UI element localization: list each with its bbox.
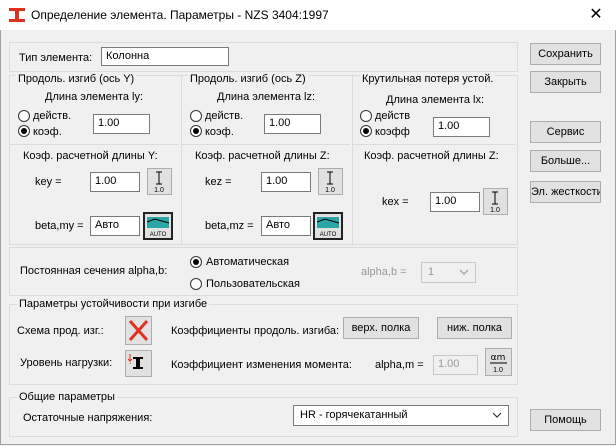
kex-input[interactable]: 1.00 bbox=[430, 192, 480, 212]
chevron-down-icon bbox=[459, 269, 469, 275]
torsional-length-label: Длина элемента lx: bbox=[386, 94, 485, 106]
svg-text:αm: αm bbox=[491, 353, 506, 363]
torsional-title: Крутильная потеря устой. bbox=[360, 73, 496, 85]
alpha-b-select[interactable]: 1 bbox=[421, 262, 476, 283]
save-button[interactable]: Сохранить bbox=[530, 43, 601, 65]
svg-text:1.0: 1.0 bbox=[493, 367, 503, 374]
general-title: Общие параметры bbox=[17, 391, 117, 403]
k-factor-icon: 1.0 bbox=[154, 171, 164, 194]
buckling-y-length-input[interactable]: 1.00 bbox=[93, 114, 150, 134]
buckling-coef-label: Коэффициенты продоль. изгиба: bbox=[171, 325, 340, 337]
alpha-b-select-value: 1 bbox=[428, 266, 435, 278]
residual-stress-label: Остаточные напряжения: bbox=[23, 412, 153, 424]
alpha-m-icon: αm 1.0 bbox=[490, 353, 507, 374]
buckling-y-title: Продоль. изгиб (ось Y) bbox=[16, 73, 137, 85]
svg-text:1: 1 bbox=[129, 360, 132, 365]
k-factor-icon: 1.0 bbox=[325, 171, 335, 194]
beta-mz-label: beta,mz = bbox=[205, 220, 254, 232]
svg-text:AUTO: AUTO bbox=[150, 232, 167, 238]
alpha-b-user-radio[interactable] bbox=[190, 278, 202, 290]
beta-my-auto-button[interactable]: AUTO bbox=[143, 212, 173, 240]
alpha-b-user-label: Пользовательская bbox=[206, 278, 301, 290]
buckling-z-actual-radio[interactable] bbox=[190, 110, 202, 122]
buckling-z-length-label: Длина элемента lz: bbox=[217, 91, 316, 103]
beta-my-label: beta,my = bbox=[35, 220, 84, 232]
buckling-z-k-title: Коэф. расчетной длины Z: bbox=[195, 150, 330, 162]
alpha-m-input[interactable]: 1.00 bbox=[433, 355, 478, 375]
stability-title: Параметры устойчивости при изгибе bbox=[17, 298, 210, 310]
chevron-down-icon bbox=[492, 412, 502, 418]
buckling-z-actual-label: действ. bbox=[205, 110, 244, 122]
buckling-y-coef-label: коэф. bbox=[33, 126, 62, 138]
auto-icon: AUTO bbox=[316, 217, 340, 238]
key-label: key = bbox=[35, 176, 62, 188]
key-input[interactable]: 1.00 bbox=[90, 172, 140, 192]
auto-icon: AUTO bbox=[146, 217, 170, 238]
load-level-button[interactable]: 1 bbox=[125, 350, 152, 377]
load-level-icon: 1 bbox=[127, 354, 143, 369]
service-button[interactable]: Сервис bbox=[530, 121, 601, 143]
element-type-label: Тип элемента: bbox=[19, 52, 93, 64]
torsional-coef-label: коэфф bbox=[375, 126, 410, 138]
kez-select-button[interactable]: 1.0 bbox=[318, 168, 343, 195]
scheme-button[interactable] bbox=[125, 316, 152, 345]
red-x-icon bbox=[128, 319, 149, 342]
svg-text:AUTO: AUTO bbox=[320, 232, 337, 238]
torsional-actual-radio[interactable] bbox=[360, 110, 372, 122]
lower-flange-button[interactable]: ниж. полка bbox=[437, 317, 512, 339]
alpha-b-auto-radio[interactable] bbox=[190, 256, 202, 268]
residual-stress-value: HR - горячекатанный bbox=[300, 409, 408, 421]
more-button[interactable]: Больше... bbox=[530, 150, 601, 172]
torsional-length-input[interactable]: 1.00 bbox=[433, 117, 490, 137]
kez-input[interactable]: 1.00 bbox=[261, 172, 311, 192]
close-window-icon[interactable]: ✕ bbox=[586, 6, 606, 24]
upper-flange-button[interactable]: верх. полка bbox=[343, 317, 419, 339]
k-factor-icon: 1.0 bbox=[490, 191, 500, 214]
torsional-k-title: Коэф. расчетной длины Z: bbox=[364, 150, 499, 162]
moment-coef-label: Коэффициент изменения момента: bbox=[171, 359, 352, 371]
alpha-b-label: Постоянная сечения alpha,b: bbox=[20, 265, 168, 277]
torsional-actual-label: действ bbox=[375, 110, 411, 122]
scheme-label: Схема прод. изг.: bbox=[17, 325, 104, 337]
close-button[interactable]: Закрыть bbox=[530, 71, 601, 93]
alpha-m-label: alpha,m = bbox=[375, 359, 424, 371]
buckling-y-actual-label: действ. bbox=[33, 110, 72, 122]
kez-label: kez = bbox=[205, 176, 232, 188]
torsional-coef-radio[interactable] bbox=[360, 125, 372, 137]
app-icon bbox=[9, 8, 25, 22]
svg-text:1.0: 1.0 bbox=[490, 207, 500, 214]
buckling-z-separator bbox=[182, 144, 350, 145]
key-select-button[interactable]: 1.0 bbox=[147, 168, 172, 195]
buckling-y-coef-radio[interactable] bbox=[18, 125, 30, 137]
load-level-label: Уровень нагрузки: bbox=[20, 357, 113, 369]
beta-my-input[interactable]: Авто bbox=[90, 216, 140, 236]
kex-select-button[interactable]: 1.0 bbox=[483, 188, 508, 215]
window-title: Определение элемента. Параметры - NZS 34… bbox=[31, 8, 329, 22]
buckling-z-length-input[interactable]: 1.00 bbox=[264, 114, 321, 134]
help-button[interactable]: Помощь bbox=[530, 409, 601, 431]
buckling-y-length-label: Длина элемента ly: bbox=[45, 91, 144, 103]
svg-text:1.0: 1.0 bbox=[154, 187, 164, 194]
kex-label: kex = bbox=[382, 196, 409, 208]
element-type-input[interactable]: Колонна bbox=[101, 47, 229, 66]
torsional-separator bbox=[353, 144, 515, 145]
alpha-m-button[interactable]: αm 1.0 bbox=[485, 348, 512, 376]
beta-mz-input[interactable]: Авто bbox=[261, 216, 311, 236]
buckling-z-coef-label: коэф. bbox=[205, 126, 234, 138]
alpha-b-auto-label: Автоматическая bbox=[206, 256, 290, 268]
buckling-y-separator bbox=[10, 144, 179, 145]
svg-text:1.0: 1.0 bbox=[325, 187, 335, 194]
alpha-b-field-label: alpha,b = bbox=[361, 266, 407, 278]
buckling-z-coef-radio[interactable] bbox=[190, 125, 202, 137]
buckling-y-actual-radio[interactable] bbox=[18, 110, 30, 122]
buckling-z-title: Продоль. изгиб (ось Z) bbox=[188, 73, 308, 85]
buckling-y-k-title: Коэф. расчетной длины Y: bbox=[23, 150, 158, 162]
stiffness-button[interactable]: Эл. жесткости bbox=[530, 181, 601, 203]
residual-stress-select[interactable]: HR - горячекатанный bbox=[293, 405, 509, 426]
beta-mz-auto-button[interactable]: AUTO bbox=[313, 212, 343, 240]
